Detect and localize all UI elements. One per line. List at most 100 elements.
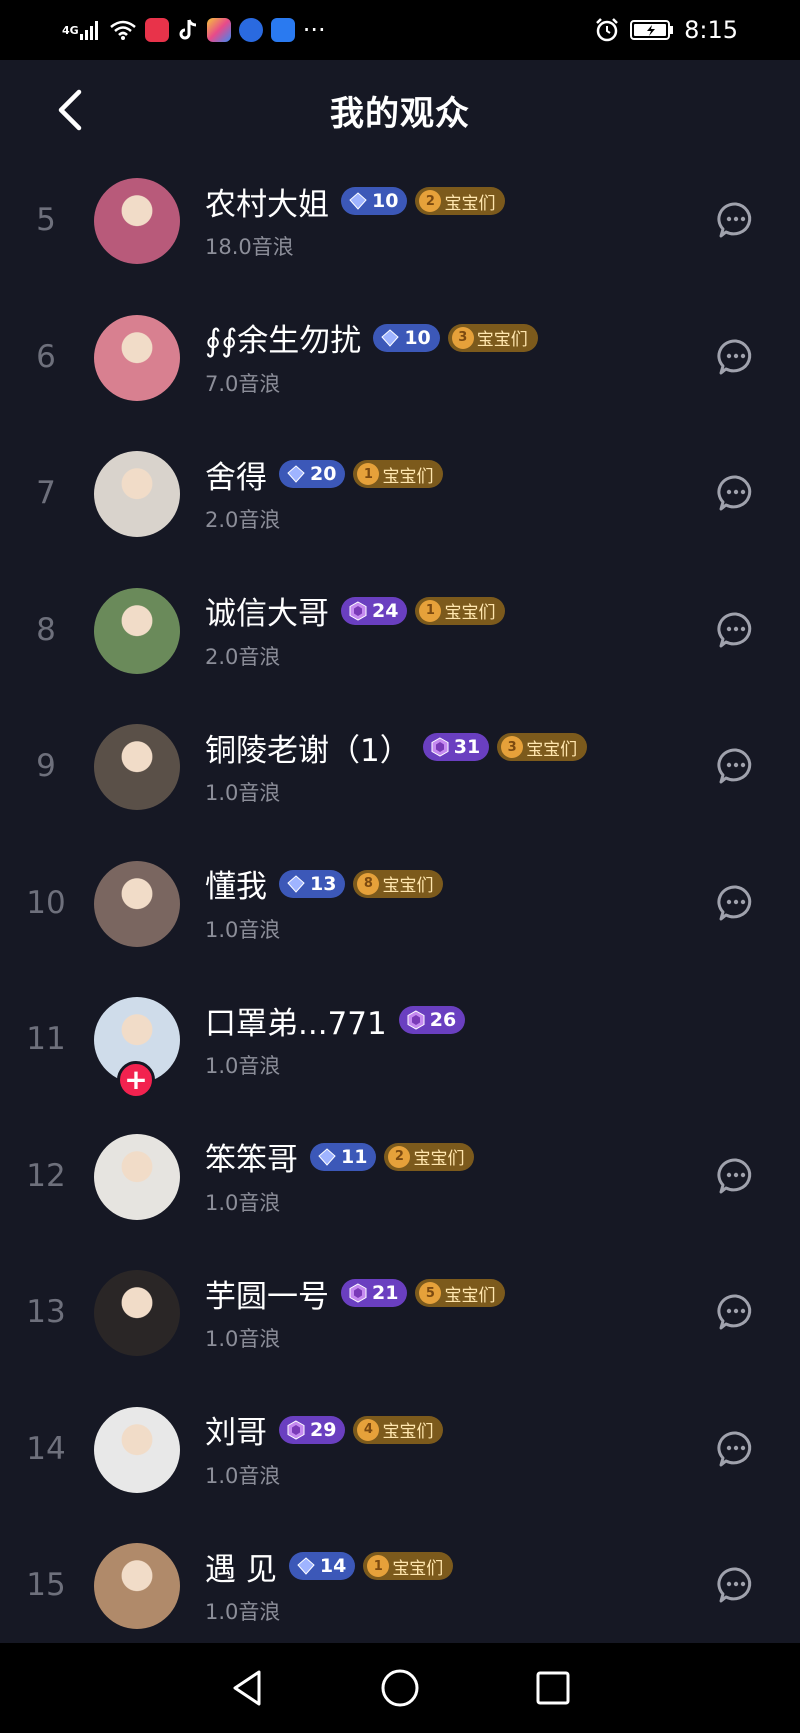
fan-group-name: 宝宝们 (382, 1422, 434, 1442)
avatar[interactable] (94, 587, 180, 674)
viewer-row[interactable]: 6 ∮∮余生勿扰 10 3 宝宝们 7.0音浪 (0, 289, 800, 426)
rank-number: 13 (26, 1294, 66, 1331)
heart-level-icon: 4 (357, 1418, 380, 1441)
message-button[interactable] (714, 1427, 758, 1471)
message-button[interactable] (714, 881, 758, 925)
heart-level-icon: 3 (451, 326, 474, 349)
avatar[interactable] (94, 1270, 180, 1356)
viewer-name: 铜陵老谢（1） (205, 732, 411, 769)
viewer-row[interactable]: 7 舍得 20 1 宝宝们 2.0音浪 (0, 425, 800, 562)
status-bar-left: 4G ··· (62, 16, 326, 44)
viewer-row[interactable]: 11 + 口罩弟...771 26 1.0音浪 (0, 971, 800, 1108)
follow-button[interactable]: + (117, 1061, 155, 1099)
avatar[interactable] (94, 314, 180, 401)
avatar[interactable] (94, 724, 180, 810)
name-line: 铜陵老谢（1） 31 3 宝宝们 (205, 726, 588, 769)
viewer-name: 遇 见 (205, 1551, 277, 1588)
viewer-row[interactable]: 8 诚信大哥 24 1 宝宝们 2.0音浪 (0, 562, 800, 699)
viewer-name: 芋圆一号 (205, 1278, 329, 1315)
fan-group-name: 宝宝们 (382, 466, 434, 487)
chat-bubble-icon (717, 338, 752, 374)
avatar[interactable] (94, 1406, 180, 1493)
viewer-list: 5 农村大姐 10 2 宝宝们 18.0音浪 6 ∮∮余生勿扰 10 3 宝宝们 7.0音浪 7 舍得 20… (0, 152, 800, 1654)
viewer-row[interactable]: 5 农村大姐 10 2 宝宝们 18.0音浪 (0, 152, 800, 289)
chat-bubble-icon (717, 1294, 752, 1330)
signal-icon: 4G (62, 19, 101, 41)
name-line: ∮∮余生勿扰 10 3 宝宝们 (205, 317, 538, 359)
name-line: 口罩弟...771 26 (205, 999, 466, 1042)
fan-group-name: 宝宝们 (413, 1149, 465, 1169)
message-button[interactable] (714, 1154, 758, 1198)
avatar[interactable] (94, 860, 180, 947)
circle-home-icon (381, 1669, 419, 1707)
fan-group-name: 宝宝们 (444, 193, 496, 214)
fan-level-badge: 26 (398, 1006, 466, 1034)
clock: 8:15 (684, 16, 738, 44)
back-button[interactable] (48, 88, 92, 132)
viewer-row[interactable]: 14 刘哥 29 4 宝宝们 1.0音浪 (0, 1381, 800, 1518)
sound-wave-amount: 18.0音浪 (205, 235, 294, 259)
message-button[interactable] (714, 744, 758, 788)
fan-group-badge: 5 宝宝们 (415, 1279, 506, 1307)
fan-level: 11 (341, 1145, 368, 1168)
nav-back-button[interactable] (223, 1664, 271, 1712)
fan-group-badge: 1 宝宝们 (415, 596, 506, 625)
bulb-app-icon (270, 18, 295, 42)
avatar[interactable] (94, 1133, 180, 1220)
message-button[interactable] (714, 608, 758, 652)
viewer-name: ∮∮余生勿扰 (205, 323, 362, 359)
fan-level-badge: 11 (310, 1142, 377, 1171)
fan-group-badge: 4 宝宝们 (353, 1415, 444, 1444)
crystal-icon (349, 600, 367, 621)
square-recent-icon (536, 1671, 570, 1705)
rank-number: 15 (26, 1567, 66, 1604)
fan-level: 31 (453, 736, 481, 758)
fan-level: 21 (372, 1282, 399, 1304)
more-notifications: ··· (302, 16, 326, 44)
fan-level: 26 (429, 1009, 457, 1031)
app-notification-icon (206, 18, 231, 42)
viewer-name: 刘哥 (205, 1415, 267, 1451)
avatar[interactable] (94, 1543, 180, 1629)
message-button[interactable] (714, 471, 758, 515)
heart-level-icon: 8 (357, 872, 380, 895)
rank-number: 7 (36, 475, 56, 512)
chat-bubble-icon (717, 611, 752, 647)
viewer-row[interactable]: 10 懂我 13 8 宝宝们 1.0音浪 (0, 835, 800, 972)
avatar[interactable] (94, 451, 180, 537)
status-bar-right: 8:15 (594, 16, 738, 44)
crystal-icon (287, 1419, 305, 1440)
name-line: 芋圆一号 21 5 宝宝们 (205, 1272, 506, 1315)
viewer-row[interactable]: 9 铜陵老谢（1） 31 3 宝宝们 1.0音浪 (0, 698, 800, 835)
viewer-row[interactable]: 12 笨笨哥 11 2 宝宝们 1.0音浪 (0, 1108, 800, 1245)
heart-level-icon: 1 (367, 1555, 390, 1577)
fan-group-name: 宝宝们 (476, 330, 528, 350)
sound-wave-amount: 2.0音浪 (205, 644, 281, 669)
fan-group-badge: 1 宝宝们 (353, 460, 444, 488)
message-button[interactable] (714, 1563, 758, 1607)
viewer-row[interactable]: 13 芋圆一号 21 5 宝宝们 1.0音浪 (0, 1244, 800, 1381)
viewer-name: 口罩弟...771 (205, 1005, 387, 1042)
rank-number: 12 (26, 1157, 66, 1194)
fan-level-badge: 29 (279, 1415, 346, 1444)
nav-recent-button[interactable] (529, 1664, 577, 1712)
page-title: 我的观众 (330, 93, 470, 134)
sound-wave-amount: 7.0音浪 (205, 371, 281, 396)
crystal-icon (431, 737, 449, 757)
fan-level: 13 (310, 872, 337, 895)
message-button[interactable] (714, 335, 758, 379)
plus-icon: + (124, 1063, 148, 1096)
diamond-icon (287, 465, 305, 483)
name-line: 诚信大哥 24 1 宝宝们 (205, 590, 506, 632)
diamond-icon (287, 874, 305, 893)
message-button[interactable] (714, 198, 758, 242)
message-button[interactable] (714, 1290, 758, 1334)
sound-wave-amount: 1.0音浪 (205, 781, 281, 805)
viewer-row[interactable]: 15 遇 见 14 1 宝宝们 1.0音浪 (0, 1517, 800, 1654)
app-notification-icon (144, 18, 169, 42)
nav-home-button[interactable] (376, 1664, 424, 1712)
fan-level: 10 (372, 190, 399, 212)
rank-number: 10 (26, 884, 66, 921)
avatar[interactable] (94, 178, 180, 264)
status-bar: 4G ··· 8:15 (0, 0, 800, 60)
